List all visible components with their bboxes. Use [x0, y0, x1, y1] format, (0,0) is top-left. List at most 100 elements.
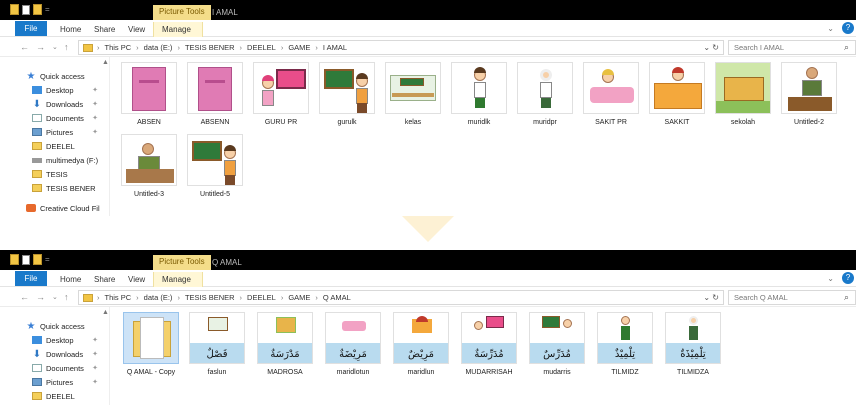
nav-scrollbar[interactable]: ▲ [100, 307, 110, 405]
recent-locations-icon[interactable]: ⌄ [52, 293, 58, 301]
up-arrow-icon[interactable]: ↑ [64, 292, 69, 302]
file-item[interactable]: gurulk [315, 62, 379, 126]
forward-arrow-icon[interactable]: → [36, 292, 45, 302]
file-list: ABSEN ABSENN GURU PR gurulk kelas muridl… [117, 62, 856, 216]
creative-cloud-icon [26, 204, 36, 212]
file-item[interactable]: GURU PR [249, 62, 313, 126]
file-item[interactable]: sekolah [711, 62, 775, 126]
nav-item-pictures[interactable]: Pictures ✦ [32, 125, 98, 139]
download-icon: ⬇ [32, 348, 42, 360]
nav-scrollbar[interactable]: ▲ [100, 57, 110, 216]
nav-item-downloads[interactable]: ⬇ Downloads ✦ [32, 97, 98, 111]
nav-item-desktop[interactable]: Desktop ✦ [32, 83, 98, 97]
quick-access-toolbar[interactable]: = [10, 4, 50, 15]
file-item[interactable]: ABSENN [183, 62, 247, 126]
address-bar[interactable]: › This PC › data (E:) › TESIS BENER › DE… [78, 290, 724, 305]
scroll-up-icon[interactable]: ▲ [102, 309, 109, 316]
file-item[interactable]: تِلْمِيْذٌ TILMIDZ [593, 312, 657, 376]
tab-file[interactable]: File [15, 21, 47, 36]
refresh-icon[interactable]: ⌄ ↻ [703, 43, 719, 52]
navigation-pane: ★ Quick access Desktop ✦ ⬇ Downloads ✦ Docum… [0, 307, 110, 405]
file-item[interactable]: muridpr [513, 62, 577, 126]
nav-item-desktop[interactable]: Desktop ✦ [32, 333, 98, 347]
window-title: I AMAL [212, 8, 238, 17]
breadcrumb-item[interactable]: GAME [288, 43, 310, 52]
nav-item-documents[interactable]: Documents ✦ [32, 111, 98, 125]
nav-item-creative-cloud[interactable]: Creative Cloud Fil [26, 201, 100, 215]
nav-item-deelel[interactable]: DEELEL [32, 389, 75, 403]
tab-home[interactable]: Home [52, 272, 89, 287]
breadcrumb-item[interactable]: Q AMAL [323, 293, 351, 302]
file-name: SAKKIT [664, 119, 690, 126]
tab-share[interactable]: Share [86, 22, 123, 37]
recent-locations-icon[interactable]: ⌄ [52, 43, 58, 51]
breadcrumb-item[interactable]: DEELEL [247, 43, 276, 52]
file-item[interactable]: مَرِيْضَةٌ maridlotun [321, 312, 385, 376]
file-item[interactable]: muridlk [447, 62, 511, 126]
scroll-up-icon[interactable]: ▲ [102, 59, 109, 66]
nav-item-multimedya[interactable]: multimedya (F:) [32, 153, 98, 167]
breadcrumb-item[interactable]: I AMAL [323, 43, 347, 52]
nav-item-downloads[interactable]: ⬇ Downloads ✦ [32, 347, 98, 361]
file-item[interactable]: تِلْمِيْذَةٌ TILMIDZA [661, 312, 725, 376]
file-item[interactable]: مُدَرِّسَةٌ MUDARRISAH [457, 312, 521, 376]
search-box[interactable]: Search I AMAL ⌕ [728, 40, 856, 55]
breadcrumb-item[interactable]: This PC [105, 43, 132, 52]
tab-home[interactable]: Home [52, 22, 89, 37]
file-item[interactable]: مُدَرِّسٌ mudarris [525, 312, 589, 376]
breadcrumb-item[interactable]: GAME [288, 293, 310, 302]
file-item[interactable]: ABSEN [117, 62, 181, 126]
help-icon[interactable]: ? [842, 22, 854, 34]
tab-manage[interactable]: Manage [153, 22, 203, 37]
search-box[interactable]: Search Q AMAL ⌕ [728, 290, 856, 305]
expand-ribbon-icon[interactable]: ⌄ [827, 274, 834, 283]
breadcrumb-item[interactable]: data (E:) [144, 293, 173, 302]
nav-item-documents[interactable]: Documents ✦ [32, 361, 98, 375]
help-icon[interactable]: ? [842, 272, 854, 284]
breadcrumb-item[interactable]: TESIS BENER [185, 293, 235, 302]
tab-file[interactable]: File [15, 271, 47, 286]
nav-item-deelel[interactable]: DEELEL [32, 139, 75, 153]
up-arrow-icon[interactable]: ↑ [64, 42, 69, 52]
refresh-icon[interactable]: ⌄ ↻ [703, 293, 719, 302]
file-thumbnail [385, 62, 441, 114]
file-item[interactable]: مَدْرَسَةٌ MADROSA [253, 312, 317, 376]
tab-view[interactable]: View [120, 22, 153, 37]
search-input[interactable]: Search I AMAL [734, 43, 784, 52]
file-item[interactable]: SAKKIT [645, 62, 709, 126]
breadcrumb-item[interactable]: DEELEL [247, 293, 276, 302]
forward-arrow-icon[interactable]: → [36, 42, 45, 52]
tab-view[interactable]: View [120, 272, 153, 287]
breadcrumb-item[interactable]: TESIS BENER [185, 43, 235, 52]
breadcrumb-item[interactable]: data (E:) [144, 43, 173, 52]
file-thumbnail [583, 62, 639, 114]
file-thumbnail [517, 62, 573, 114]
file-thumbnail: فَصْلٌ [189, 312, 245, 364]
file-item[interactable]: kelas [381, 62, 445, 126]
arabic-word: تِلْمِيْذَةٌ [680, 349, 706, 360]
file-name: TILMIDZA [677, 369, 709, 376]
tab-share[interactable]: Share [86, 272, 123, 287]
nav-item-tesis[interactable]: TESIS [32, 167, 68, 181]
back-arrow-icon[interactable]: ← [20, 42, 29, 52]
expand-ribbon-icon[interactable]: ⌄ [827, 24, 834, 33]
back-arrow-icon[interactable]: ← [20, 292, 29, 302]
file-item[interactable]: مَرِيْضٌ maridlun [389, 312, 453, 376]
nav-item-pictures[interactable]: Pictures ✦ [32, 375, 98, 389]
folder-item[interactable]: Q AMAL - Copy [117, 312, 185, 376]
nav-item-quick-access[interactable]: ★ Quick access [26, 319, 85, 333]
tab-manage[interactable]: Manage [153, 272, 203, 287]
file-item[interactable]: Untitled-3 [117, 134, 181, 198]
file-item[interactable]: Untitled-2 [777, 62, 841, 126]
folder-icon [10, 4, 19, 15]
documents-icon [32, 364, 42, 372]
quick-access-toolbar[interactable]: = [10, 254, 50, 265]
file-item[interactable]: فَصْلٌ faslun [185, 312, 249, 376]
nav-item-tesis-bener[interactable]: TESIS BENER [32, 181, 96, 195]
breadcrumb-item[interactable]: This PC [105, 293, 132, 302]
address-bar[interactable]: › This PC › data (E:) › TESIS BENER › DE… [78, 40, 724, 55]
file-item[interactable]: Untitled-5 [183, 134, 247, 198]
file-item[interactable]: SAKIT PR [579, 62, 643, 126]
nav-item-quick-access[interactable]: ★ Quick access [26, 69, 85, 83]
search-input[interactable]: Search Q AMAL [734, 293, 788, 302]
